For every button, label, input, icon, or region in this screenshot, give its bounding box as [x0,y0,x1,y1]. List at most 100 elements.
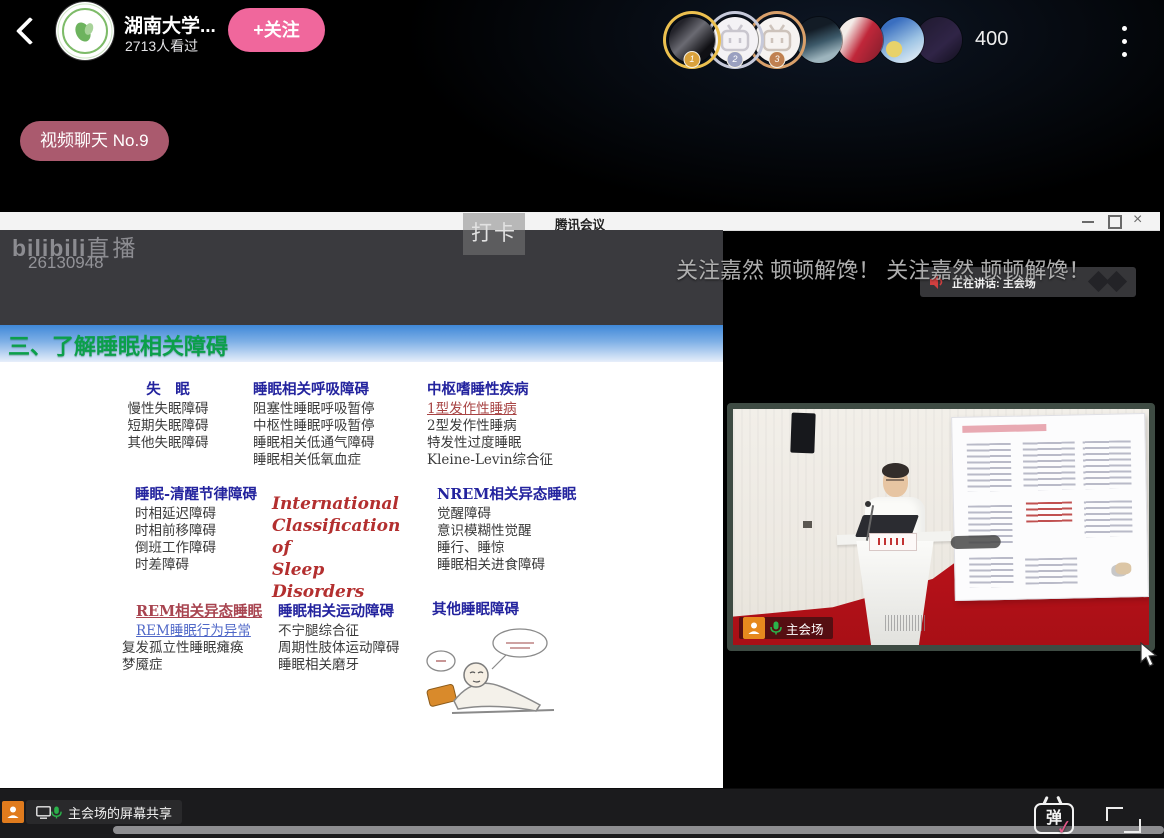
chevron-left-icon [16,17,44,45]
viewer-avatar-5[interactable] [837,17,883,63]
slide-group-nrem: NREM相关异态睡眠 觉醒障碍 意识模糊性觉醒 睡行、睡惊 睡眠相关进食障碍 [437,486,577,574]
icsd-line: Sleep Disorders [272,559,422,603]
icsd-line: Classification of [272,515,422,559]
follow-button[interactable]: +关注 [228,8,325,52]
screen-share-icon [36,806,51,819]
slide-item: 意识模糊性觉醒 [437,523,577,540]
danmaku-toggle-button[interactable]: 弹 ✓ [1032,793,1076,838]
tile-label-bar: 主会场 [739,617,833,639]
slide-item: 睡眠相关低氧血症 [253,452,393,469]
slide-item: 梦魇症 [122,657,282,674]
leaf-logo-icon [56,2,114,60]
online-count: 400 [975,28,1008,51]
slide-item-link: REM睡眠行为异常 [122,623,282,640]
slide-item: Kleine-Levin综合征 [427,452,587,469]
slide-group-other: 其他睡眠障碍 [432,601,572,621]
live-player: 湖南大学... 2713人看过 +关注 1 2 3 400 [0,0,1164,838]
fullscreen-corner-icon [1124,819,1141,833]
slide-group-rem: REM相关异态睡眠 REM睡眠行为异常 复发孤立性睡眠瘫痪 梦魇症 [122,603,282,674]
shared-slide: 三、了解睡眠相关障碍 失 眠 慢性失眠障碍 短期失眠障碍 其他失眠障碍 睡眠相关… [0,325,723,788]
meeting-titlebar: 腾讯会议 × [0,212,1160,231]
rank-3-badge: 3 [769,51,786,68]
slide-item: 2型发作性睡病 [427,418,587,435]
slide-item: 觉醒障碍 [437,506,577,523]
fullscreen-corner-icon [1106,807,1123,821]
insomnia-cartoon [424,625,564,721]
checkin-button[interactable]: 打卡 [463,213,525,255]
group-header: NREM相关异态睡眠 [437,486,577,503]
slide-item: 阻塞性睡眠呼吸暂停 [253,401,393,418]
participant-icon [743,617,765,639]
viewer-avatar-6[interactable] [878,17,924,63]
danmaku-comment: 关注嘉然 顿顿解馋！ 关注嘉然 顿顿解馋！ [676,253,1090,285]
slide-item: 时相前移障碍 [135,523,270,540]
kebab-dot [1122,26,1127,31]
share-status-text: 主会场的屏幕共享 [68,803,172,822]
mini-tooltip [951,535,1001,549]
slide-title: 三、了解睡眠相关障碍 [8,329,228,361]
streamer-avatar[interactable] [56,2,114,60]
more-menu-button[interactable] [1114,24,1134,64]
rank-1-badge: 1 [684,51,701,68]
slide-item: 倒班工作障碍 [135,540,270,557]
slide-item-highlight: 1型发作性睡病 [427,401,587,418]
group-header: 其他睡眠障碍 [432,601,572,618]
podium-name-card [869,533,917,551]
slide-item: 慢性失眠障碍 [112,401,224,418]
slide-item: 短期失眠障碍 [112,418,224,435]
slide-item: 不宁腿综合征 [278,623,423,640]
seek-bar[interactable] [113,826,1164,834]
mic-icon [51,806,62,819]
viewer-count: 2713人看过 [125,36,198,56]
slide-group-breathing: 睡眠相关呼吸障碍 阻塞性睡眠呼吸暂停 中枢性睡眠呼吸暂停 睡眠相关低通气障碍 睡… [253,381,393,469]
sharer-icon [2,801,24,823]
presenter-glasses [886,479,904,481]
mini-text-block [967,443,1012,492]
slide-item: 睡行、睡惊 [437,540,577,557]
mini-text-block [1084,500,1133,537]
wall-speaker [790,413,815,454]
slide-item: 复发孤立性睡眠瘫痪 [122,640,282,657]
mini-text-block [1023,441,1076,490]
slide-item: 睡眠相关低通气障碍 [253,435,393,452]
close-icon[interactable]: × [1133,210,1142,230]
rank-avatar-1[interactable]: 1 [669,17,715,63]
kebab-dot [1122,52,1127,57]
mini-cartoon [1115,562,1131,574]
slide-item: 特发性过度睡眠 [427,435,587,452]
streamer-name: 湖南大学... [124,11,216,38]
slide-item: 时相延迟障碍 [135,506,270,523]
mini-text-block [1083,440,1132,489]
group-header: 睡眠相关呼吸障碍 [253,381,393,398]
slide-item: 中枢性睡眠呼吸暂停 [253,418,393,435]
slide-item: 时差障碍 [135,557,270,574]
slide-title-band: 三、了解睡眠相关障碍 [0,325,723,362]
icsd-line: International [272,493,422,515]
slide-item: 睡眠相关磨牙 [278,657,423,674]
group-header: 失 眠 [112,381,224,398]
slide-group-insomnia: 失 眠 慢性失眠障碍 短期失眠障碍 其他失眠障碍 [112,381,224,452]
wall-socket [803,521,812,528]
mini-text-block [969,557,1014,588]
name-card-text [878,538,906,545]
presenter-hair [882,463,909,478]
mini-text-block [1025,557,1078,584]
maximize-icon[interactable] [1108,215,1122,229]
video-chat-badge[interactable]: 视频聊天 No.9 [20,121,169,161]
slide-group-hypersomnia: 中枢嗜睡性疾病 1型发作性睡病 2型发作性睡病 特发性过度睡眠 Kleine-L… [427,381,587,469]
slide-item: 睡眠相关进食障碍 [437,557,577,574]
kebab-dot [1122,39,1127,44]
microphone-icon [865,501,871,507]
share-status-pill: 主会场的屏幕共享 [26,800,182,824]
group-header: 中枢嗜睡性疾病 [427,381,587,398]
group-header: 睡眠-清醒节律障碍 [135,486,270,503]
group-header-red: REM相关异态睡眠 [122,603,282,620]
minimize-icon[interactable] [1082,221,1094,223]
fullscreen-button[interactable] [1104,805,1142,835]
back-button[interactable] [12,14,46,48]
rank-avatar-2[interactable]: 2 [712,17,758,63]
icsd-label: International Classification of Sleep Di… [272,493,422,603]
slide-group-movement: 睡眠相关运动障碍 不宁腿综合征 周期性肢体运动障碍 睡眠相关磨牙 [278,603,423,674]
video-tile-main-venue[interactable]: 主会场 [727,403,1155,651]
mouse-cursor [1138,642,1160,668]
